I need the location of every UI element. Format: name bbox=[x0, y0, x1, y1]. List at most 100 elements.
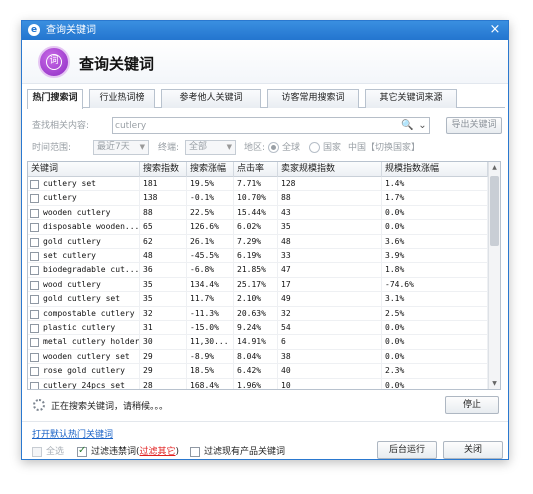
radio-country-label: 国家 bbox=[323, 143, 342, 153]
table-row[interactable]: rose gold cutlery 29 18.5% 6.42% 40 2.3% bbox=[28, 364, 488, 379]
row-checkbox[interactable] bbox=[30, 280, 39, 290]
table-cell: 6.42% bbox=[234, 364, 278, 379]
table-cell: 128 bbox=[278, 177, 382, 191]
vertical-scrollbar[interactable]: ▲ ▼ bbox=[488, 162, 500, 389]
table-cell: 1.4% bbox=[382, 177, 488, 191]
search-input-box[interactable]: 🔍 ⌄ bbox=[112, 117, 430, 134]
table-row[interactable]: disposable wooden... 65 126.6% 6.02% 35 0.0% bbox=[28, 220, 488, 235]
radio-global[interactable] bbox=[268, 142, 279, 153]
row-checkbox[interactable] bbox=[30, 295, 39, 305]
column-header-search-growth[interactable]: 搜索涨幅 bbox=[187, 162, 234, 177]
table-row[interactable]: biodegradable cut... 36 -6.8% 21.85% 47 1.8% bbox=[28, 263, 488, 278]
row-checkbox[interactable] bbox=[30, 352, 39, 362]
row-checkbox[interactable] bbox=[30, 208, 39, 218]
table-cell: 9.24% bbox=[234, 321, 278, 335]
row-checkbox[interactable] bbox=[30, 180, 39, 189]
table-row[interactable]: cutlery 24pcs set 28 168.4% 1.96% 10 0.0% bbox=[28, 378, 488, 389]
divider bbox=[22, 421, 508, 422]
filter-existing-checkbox[interactable] bbox=[190, 447, 200, 457]
row-checkbox[interactable] bbox=[30, 367, 39, 377]
chevron-down-icon: ▼ bbox=[139, 143, 145, 151]
table-cell: set cutlery bbox=[40, 249, 140, 263]
table-cell: 28 bbox=[140, 378, 187, 389]
table-cell: 35 bbox=[278, 220, 382, 235]
time-range-select[interactable]: 最近7天 ▼ bbox=[93, 140, 149, 155]
table-cell: -6.8% bbox=[187, 263, 234, 278]
tab-bar: 热门搜索词 行业热词榜 参考他人关键词 访客常用搜索词 其它关键词来源 bbox=[27, 89, 505, 109]
keyword-query-window: e 查询关键词 × 词 查询关键词 热门搜索词 行业热词榜 参考他人关键词 访客… bbox=[21, 20, 509, 460]
column-header-seller-growth[interactable]: 规模指数涨幅 bbox=[382, 162, 488, 177]
table-cell: 138 bbox=[140, 191, 187, 206]
table-row[interactable]: set cutlery 48 -45.5% 6.19% 33 3.9% bbox=[28, 249, 488, 264]
device-select[interactable]: 全部 ▼ bbox=[185, 140, 236, 155]
table-cell: 10.70% bbox=[234, 191, 278, 206]
row-checkbox[interactable] bbox=[30, 324, 39, 333]
chevron-down-icon[interactable]: ⌄ bbox=[416, 119, 429, 132]
row-checkbox[interactable] bbox=[30, 237, 39, 247]
row-checkbox[interactable] bbox=[30, 309, 39, 319]
column-header-seller-index[interactable]: 卖家规模指数 bbox=[278, 162, 382, 177]
keyword-table: 关键词 搜索指数 搜索涨幅 点击率 卖家规模指数 规模指数涨幅 cutlery … bbox=[27, 161, 501, 390]
scroll-down-icon[interactable]: ▼ bbox=[489, 378, 500, 389]
table-row[interactable]: cutlery 138 -0.1% 10.70% 88 1.7% bbox=[28, 191, 488, 206]
close-icon[interactable]: × bbox=[488, 23, 502, 37]
table-row[interactable]: metal cutlery holder 30 11,30... 14.91% 6 0.0… bbox=[28, 335, 488, 350]
table-row[interactable]: gold cutlery 62 26.1% 7.29% 48 3.6% bbox=[28, 234, 488, 249]
table-cell: 29 bbox=[140, 349, 187, 364]
column-header-keyword[interactable]: 关键词 bbox=[28, 162, 140, 177]
radio-country[interactable] bbox=[309, 142, 320, 153]
table-cell: 21.85% bbox=[234, 263, 278, 278]
scroll-thumb[interactable] bbox=[490, 176, 499, 246]
device-value: 全部 bbox=[189, 142, 208, 152]
tab-visitor-common[interactable]: 访客常用搜索词 bbox=[267, 89, 359, 108]
filter-banned-close: ) bbox=[175, 447, 180, 457]
row-checkbox[interactable] bbox=[30, 266, 39, 276]
title-bar[interactable]: e 查询关键词 × bbox=[22, 21, 508, 40]
filter-banned-checkbox[interactable] bbox=[77, 445, 87, 457]
table-cell: 49 bbox=[278, 292, 382, 307]
table-cell: 19.5% bbox=[187, 177, 234, 191]
row-checkbox[interactable] bbox=[30, 338, 39, 348]
column-header-ctr[interactable]: 点击率 bbox=[234, 162, 278, 177]
time-range-label: 时间范围: bbox=[32, 143, 72, 153]
export-keywords-button[interactable]: 导出关键词 bbox=[446, 117, 502, 134]
table-row[interactable]: plastic cutlery 31 -15.0% 9.24% 54 0.0% bbox=[28, 321, 488, 336]
open-default-hot-keywords-link[interactable]: 打开默认热门关键词 bbox=[32, 427, 113, 440]
close-button[interactable]: 关闭 bbox=[443, 441, 503, 459]
row-checkbox[interactable] bbox=[30, 252, 39, 261]
table-row[interactable]: compostable cutlery 32 -11.3% 20.63% 32 2.5% bbox=[28, 306, 488, 321]
table-cell: 0.0% bbox=[382, 321, 488, 335]
background-run-button[interactable]: 后台运行 bbox=[377, 441, 437, 459]
row-checkbox[interactable] bbox=[30, 381, 39, 389]
search-icon[interactable]: 🔍 bbox=[401, 119, 414, 132]
tab-other-sources[interactable]: 其它关键词来源 bbox=[365, 89, 457, 108]
radio-global-label: 全球 bbox=[282, 143, 301, 153]
stop-button[interactable]: 停止 bbox=[445, 396, 499, 414]
table-cell: 6.02% bbox=[234, 220, 278, 235]
row-checkbox[interactable] bbox=[30, 223, 39, 233]
table-cell: 36 bbox=[140, 263, 187, 278]
table-cell: gold cutlery set bbox=[40, 292, 140, 307]
search-input[interactable] bbox=[115, 119, 395, 132]
table-row[interactable]: wooden cutlery set 29 -8.9% 8.04% 38 0.0% bbox=[28, 349, 488, 365]
column-header-search-index[interactable]: 搜索指数 bbox=[140, 162, 187, 177]
country-switch-link[interactable]: 中国【切换国家】 bbox=[348, 140, 420, 156]
scroll-up-icon[interactable]: ▲ bbox=[489, 162, 500, 173]
table-row[interactable]: gold cutlery set 35 11.7% 2.10% 49 3.1% bbox=[28, 292, 488, 307]
table-row[interactable]: cutlery set 181 19.5% 7.71% 128 1.4% bbox=[28, 177, 488, 192]
select-all-checkbox[interactable] bbox=[32, 447, 42, 457]
tab-reference-others[interactable]: 参考他人关键词 bbox=[161, 89, 261, 108]
table-row[interactable]: wood cutlery 35 134.4% 25.17% 17 -74.6% bbox=[28, 277, 488, 293]
tab-hot-search[interactable]: 热门搜索词 bbox=[27, 89, 83, 109]
table-cell: 6 bbox=[278, 335, 382, 350]
select-all-label: 全选 bbox=[46, 447, 65, 457]
table-cell: 88 bbox=[278, 191, 382, 206]
row-checkbox[interactable] bbox=[30, 194, 39, 204]
table-cell: 3.9% bbox=[382, 249, 488, 263]
tab-industry-hot[interactable]: 行业热词榜 bbox=[89, 89, 155, 108]
filter-banned-text: 过滤违禁词( bbox=[91, 447, 140, 457]
filter-other-link[interactable]: 过滤其它 bbox=[140, 447, 176, 457]
table-cell: 6.19% bbox=[234, 249, 278, 263]
table-row[interactable]: wooden cutlery 88 22.5% 15.44% 43 0.0% bbox=[28, 205, 488, 221]
keyword-badge-icon: 词 bbox=[38, 46, 70, 78]
